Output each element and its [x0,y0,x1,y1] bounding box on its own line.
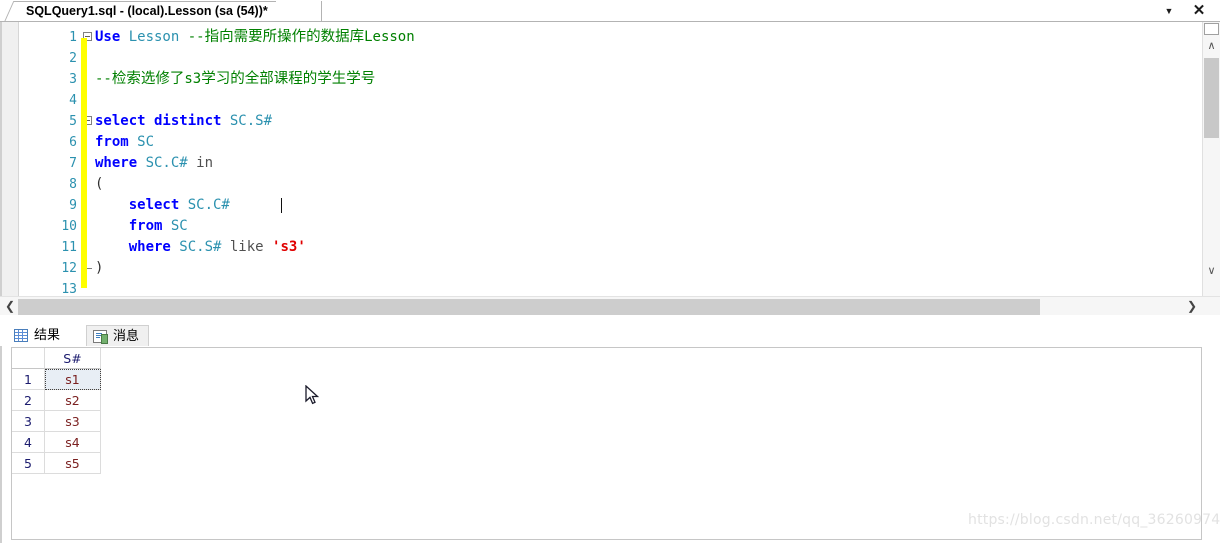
code-line[interactable]: ( [95,174,103,195]
line-number: 5 [69,114,77,129]
results-pane: 结果 消息 S# 1 s1 2 s2 3 s3 4 s4 5 s5 [0,322,1220,543]
code-token: SC.S# [229,113,273,129]
code-token: 's3' [272,239,306,255]
grid-cell[interactable]: s1 [45,369,101,390]
grid-cell[interactable]: s5 [45,453,101,474]
line-number: 1 [69,30,77,45]
code-token: select [95,197,188,213]
code-line[interactable]: Use Lesson --指向需要所操作的数据库Lesson [95,27,415,48]
table-row[interactable]: 3 s3 [12,411,1201,432]
grid-cell[interactable]: s4 [45,432,101,453]
line-number-gutter: 1 2 3 4 5 6 7 8 9 10 11 12 13 [19,22,81,296]
code-token: -- [187,29,205,45]
tab-messages-label: 消息 [113,329,140,344]
editor-horizontal-scrollbar[interactable]: ❮ ❯ [0,296,1220,315]
line-number: 12 [61,261,77,276]
code-token: SC.C# [187,197,230,213]
code-token: 学习的全部课程的学生学号 [201,71,376,87]
text-caret [281,198,282,213]
line-number: 9 [69,198,77,213]
grid-cell[interactable]: s2 [45,390,101,411]
code-token: Lesson [364,29,415,45]
grid-cell[interactable]: s3 [45,411,101,432]
code-token: ) [95,260,104,276]
table-row[interactable]: 1 s1 [12,369,1201,390]
close-icon[interactable]: ✕ [1190,2,1208,20]
grid-column-header-s[interactable]: S# [45,348,101,369]
document-icon [93,330,108,344]
grid-icon [14,329,28,342]
grid-header-row: S# [12,348,1201,369]
horizontal-scroll-thumb[interactable] [18,299,1040,315]
table-row[interactable]: 4 s4 [12,432,1201,453]
line-number: 10 [61,219,77,234]
code-token: select distinct [95,113,230,129]
watermark-text: https://blog.csdn.net/qq_36260974 [968,512,1220,528]
row-number[interactable]: 1 [12,369,45,390]
code-token: SC.S# [179,239,230,255]
table-row[interactable]: 5 s5 [12,453,1201,474]
scrollbar-top-box[interactable] [1204,23,1219,35]
line-number: 7 [69,156,77,171]
line-number: 4 [69,93,77,108]
row-number[interactable]: 2 [12,390,45,411]
scroll-up-icon[interactable]: ∧ [1203,38,1220,55]
scroll-left-icon[interactable]: ❮ [2,298,18,315]
line-number: 8 [69,177,77,192]
code-token: 检索选修了 [111,71,185,87]
code-line[interactable]: select SC.C# [95,195,230,216]
chevron-down-icon[interactable]: ▼ [1160,2,1178,20]
code-line[interactable]: from SC [95,216,188,237]
row-number[interactable]: 5 [12,453,45,474]
code-token: SC [137,134,155,150]
code-token: in [196,155,214,171]
code-token: s3 [184,71,202,87]
line-number: 6 [69,135,77,150]
change-indicator-bar [81,38,87,288]
code-token: Use [95,29,129,45]
tab-title-label: SQLQuery1.sql - (local).Lesson (sa (54))… [26,4,268,18]
code-line[interactable]: select distinct SC.S# [95,111,272,132]
line-number: 2 [69,51,77,66]
scroll-down-icon[interactable]: ∨ [1203,263,1220,280]
tab-results[interactable]: 结果 [8,325,70,346]
document-tabstrip: SQLQuery1.sql - (local).Lesson (sa (54))… [0,0,1220,22]
editor-selection-margin [2,22,19,296]
grid-corner-cell[interactable] [12,348,45,369]
code-token: SC [170,218,188,234]
tab-sqlquery1[interactable]: SQLQuery1.sql - (local).Lesson (sa (54))… [4,1,276,22]
code-token: ( [95,176,104,192]
line-number: 13 [61,282,77,296]
code-line[interactable]: where SC.C# in [95,153,213,174]
editor-text-surface[interactable]: 1 2 3 4 5 6 7 8 9 10 11 12 13 Use Lesson --指向需要所操作的数… [19,22,1201,296]
code-token: -- [95,71,112,87]
code-line[interactable]: ) [95,258,103,279]
tab-divider [321,1,322,22]
code-line[interactable]: --检索选修了s3学习的全部课程的学生学号 [95,69,375,90]
row-number[interactable]: 4 [12,432,45,453]
sql-editor-pane[interactable]: 1 2 3 4 5 6 7 8 9 10 11 12 13 Use Lesson --指向需要所操作的数… [0,22,1220,296]
ssms-query-window: SQLQuery1.sql - (local).Lesson (sa (54))… [0,0,1220,543]
code-token: where [95,239,180,255]
tab-results-label: 结果 [34,328,61,343]
tab-messages[interactable]: 消息 [86,325,150,346]
code-token: from [95,218,171,234]
code-text-area[interactable]: Use Lesson --指向需要所操作的数据库Lesson --检索选修了s3学… [95,22,1201,296]
code-token: from [95,134,138,150]
line-number: 11 [61,240,77,255]
code-token: Lesson [128,29,188,45]
scroll-right-icon[interactable]: ❯ [1184,298,1200,315]
results-tabstrip: 结果 消息 [0,322,1220,346]
row-number[interactable]: 3 [12,411,45,432]
editor-vertical-scrollbar[interactable]: ∧ ∨ [1202,22,1220,296]
code-token: where [95,155,146,171]
code-token: SC.C# [145,155,197,171]
code-token: 指向需要所操作的数据库 [204,29,365,45]
table-row[interactable]: 2 s2 [12,390,1201,411]
code-token: like [229,239,273,255]
code-line[interactable]: from SC [95,132,154,153]
code-line[interactable]: where SC.S# like 's3' [95,237,306,258]
line-number: 3 [69,72,77,87]
vertical-scroll-thumb[interactable] [1204,58,1219,138]
